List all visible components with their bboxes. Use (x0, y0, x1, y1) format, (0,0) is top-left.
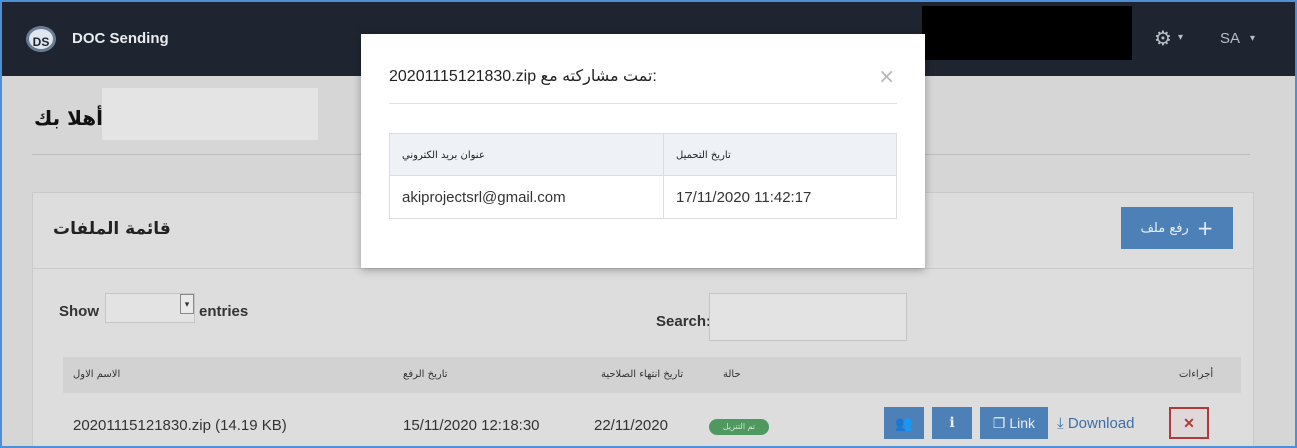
close-icon: ✕ (1183, 415, 1195, 431)
column-header[interactable]: تاريخ الرفع (403, 369, 448, 380)
close-icon[interactable]: × (878, 64, 895, 88)
copy-icon: ❐ (992, 415, 1006, 431)
users-icon: 👥 (895, 415, 913, 431)
gear-icon[interactable]: ⚙ (1154, 26, 1172, 51)
link-label: Link (1009, 415, 1036, 431)
email-cell: akiprojectsrl@gmail.com (402, 189, 566, 206)
entries-label: entries (199, 303, 249, 320)
file-name-cell: 20201115121830.zip (14.19 KB) (73, 417, 287, 434)
share-users-button[interactable]: 👥 (884, 407, 924, 439)
shared-with-modal: 20201115121830.zip تمت مشاركته مع: × عنو… (361, 34, 925, 268)
column-divider (663, 134, 664, 218)
modal-divider (389, 103, 897, 104)
column-header-date: تاريخ التحميل (676, 150, 731, 161)
delete-button[interactable]: ✕ (1169, 407, 1209, 439)
download-icon: ⤓ (1057, 415, 1064, 432)
search-label: Search: (656, 313, 712, 330)
chevron-down-icon[interactable]: ▾ (180, 294, 194, 314)
upload-label: رفع ملف (1140, 221, 1189, 236)
column-header: أجراءات (1179, 369, 1214, 380)
page-title: أهلا بك (34, 106, 104, 130)
info-icon: i (949, 415, 955, 431)
column-header[interactable]: الاسم الاول (73, 369, 120, 380)
status-badge: تم التنزيل (709, 419, 769, 435)
search-input[interactable] (709, 293, 907, 341)
modal-title: 20201115121830.zip تمت مشاركته مع: (389, 68, 657, 85)
chevron-down-icon[interactable]: ▾ (1250, 33, 1255, 44)
plus-icon: + (1196, 216, 1214, 240)
brand-name[interactable]: DOC Sending (72, 30, 169, 47)
info-button[interactable]: i (932, 407, 972, 439)
show-label: Show (59, 303, 99, 320)
download-date-cell: 17/11/2020 11:42:17 (676, 189, 812, 206)
brand-logo[interactable]: DS (26, 26, 56, 52)
shared-table: عنوان بريد الكتروني تاريخ التحميل akipro… (389, 133, 897, 219)
chevron-down-icon[interactable]: ▾ (1178, 32, 1183, 43)
upload-file-button[interactable]: رفع ملف + (1121, 207, 1233, 249)
card-title: قائمة الملفات (53, 219, 171, 239)
welcome-name-area (102, 88, 318, 140)
column-header[interactable]: حالة (723, 369, 741, 380)
redacted-area (922, 6, 1132, 60)
download-link[interactable]: ⤓ Download (1057, 415, 1135, 432)
column-header-email: عنوان بريد الكتروني (402, 150, 485, 161)
column-header[interactable]: تاريخ انتهاء الصلاحية (601, 369, 683, 380)
user-menu[interactable]: SA (1220, 30, 1240, 47)
download-label: Download (1067, 415, 1135, 432)
app-window: DS DOC Sending ⚙ ▾ SA ▾ أهلا بك قائمة ال… (0, 0, 1297, 448)
expiry-date-cell: 22/11/2020 (594, 417, 668, 434)
link-button[interactable]: ❐ Link (980, 407, 1048, 439)
entries-select[interactable]: ▾ (105, 293, 195, 323)
upload-date-cell: 15/11/2020 12:18:30 (403, 417, 540, 434)
